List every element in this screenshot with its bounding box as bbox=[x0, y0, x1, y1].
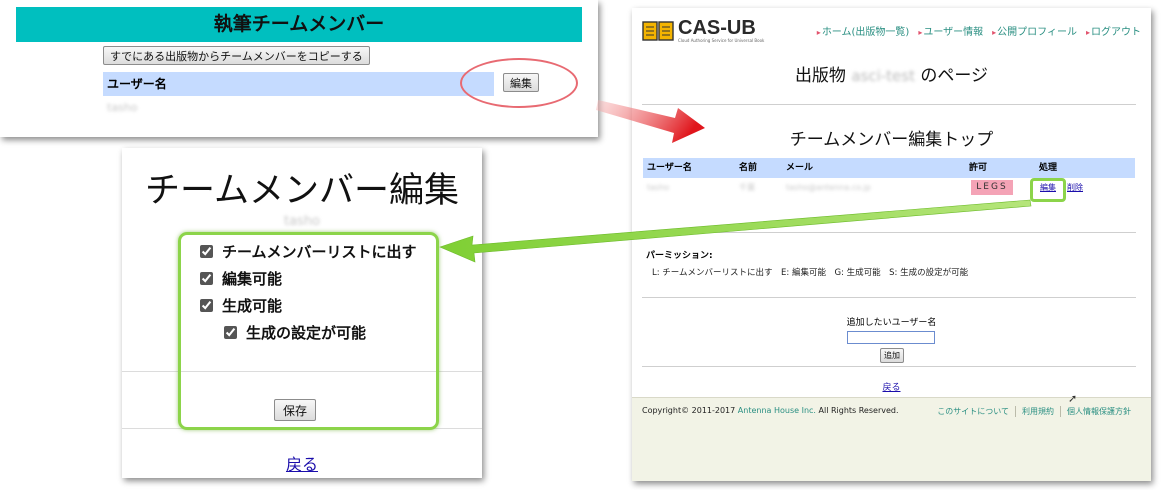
top-nav: ホーム(出版物一覧) ユーザー情報 公開プロフィール ログアウト bbox=[808, 23, 1141, 38]
header-name: 名前 bbox=[739, 163, 758, 173]
publication-name: asci-test bbox=[851, 67, 915, 85]
nav-home-link[interactable]: ホーム(出版物一覧) bbox=[817, 23, 910, 38]
divider bbox=[642, 366, 1136, 367]
footer-terms-link[interactable]: 利用規約 bbox=[1015, 406, 1060, 417]
footer-privacy-link[interactable]: 個人情報保護方針 bbox=[1060, 406, 1137, 417]
username-cell: tasho bbox=[107, 101, 138, 114]
header-permissions: 許可 bbox=[969, 163, 988, 173]
back-link[interactable]: 戻る bbox=[286, 455, 318, 474]
divider bbox=[642, 232, 1136, 233]
header-email: メール bbox=[786, 163, 814, 173]
member-edit-panel: チームメンバー編集 tasho チームメンバーリストに出す 編集可能 生成可能 … bbox=[122, 148, 482, 478]
cas-ub-page-panel: CAS-UB Cloud Authoring Service for Unive… bbox=[632, 8, 1151, 481]
highlight-frame bbox=[1030, 178, 1066, 202]
copyright-suffix: All Rights Reserved. bbox=[815, 406, 899, 415]
permission-legend-title: パーミッション: bbox=[646, 251, 713, 261]
site-footer: Copyright© 2011-2017 Antenna House Inc. … bbox=[632, 397, 1151, 481]
book-icon bbox=[642, 20, 674, 42]
copy-team-members-button[interactable]: すでにある出版物からチームメンバーをコピーする bbox=[103, 46, 370, 65]
cas-ub-logo[interactable]: CAS-UB Cloud Authoring Service for Unive… bbox=[642, 17, 765, 43]
add-user-label: 追加したいユーザー名 bbox=[846, 318, 937, 328]
footer-about-link[interactable]: このサイトについて bbox=[931, 406, 1015, 417]
add-user-input[interactable] bbox=[847, 331, 935, 344]
highlight-ellipse bbox=[460, 58, 578, 108]
publication-title-prefix: 出版物 bbox=[794, 66, 846, 86]
row-delete-link[interactable]: 削除 bbox=[1067, 183, 1083, 192]
mouse-pointer-icon: ➚ bbox=[1068, 392, 1078, 405]
page-title: チームメンバー編集 bbox=[145, 171, 459, 211]
add-user-button[interactable]: 追加 bbox=[880, 348, 904, 363]
team-edit-title: チームメンバー編集トップ bbox=[789, 130, 994, 150]
panel-title: 執筆チームメンバー bbox=[16, 7, 582, 42]
copyright-text: Copyright© 2011-2017 Antenna House Inc. … bbox=[642, 406, 899, 415]
header-username: ユーザー名 bbox=[647, 163, 692, 173]
highlight-frame bbox=[178, 232, 439, 430]
divider bbox=[642, 297, 1136, 298]
username-label: tasho bbox=[283, 214, 321, 229]
members-table-header: ユーザー名 名前 メール 許可 処理 bbox=[643, 158, 1135, 178]
permissions-badge: LEGS bbox=[971, 180, 1013, 195]
column-header-username: ユーザー名 bbox=[107, 77, 167, 91]
logo-tagline: Cloud Authoring Service for Universal Bo… bbox=[678, 38, 765, 43]
company-link[interactable]: Antenna House Inc. bbox=[738, 406, 816, 415]
nav-logout-link[interactable]: ログアウト bbox=[1086, 23, 1141, 38]
permission-legend: L: チームメンバーリストに出す E: 編集可能 G: 生成可能 S: 生成の設… bbox=[652, 268, 969, 278]
row-username: tasho bbox=[647, 183, 670, 192]
publication-title: 出版物 asci-test のページ bbox=[632, 61, 1151, 86]
header-actions: 処理 bbox=[1039, 163, 1058, 173]
nav-user-info-link[interactable]: ユーザー情報 bbox=[918, 23, 983, 38]
copyright-prefix: Copyright© 2011-2017 bbox=[642, 406, 738, 415]
footer-links: このサイトについて 利用規約 個人情報保護方針 bbox=[931, 406, 1137, 417]
row-name: 千葉 bbox=[739, 183, 755, 192]
divider bbox=[642, 104, 1136, 105]
row-email: tasho@antenna.co.jp bbox=[786, 183, 871, 192]
nav-public-profile-link[interactable]: 公開プロフィール bbox=[992, 23, 1077, 38]
team-members-panel: 執筆チームメンバー すでにある出版物からチームメンバーをコピーする ユーザー名 … bbox=[0, 0, 598, 137]
table-header: ユーザー名 bbox=[103, 72, 494, 96]
logo-text: CAS-UB bbox=[678, 17, 756, 39]
back-link[interactable]: 戻る bbox=[882, 383, 900, 393]
publication-title-suffix: のページ bbox=[920, 66, 989, 86]
site-header: CAS-UB Cloud Authoring Service for Unive… bbox=[632, 8, 1151, 56]
